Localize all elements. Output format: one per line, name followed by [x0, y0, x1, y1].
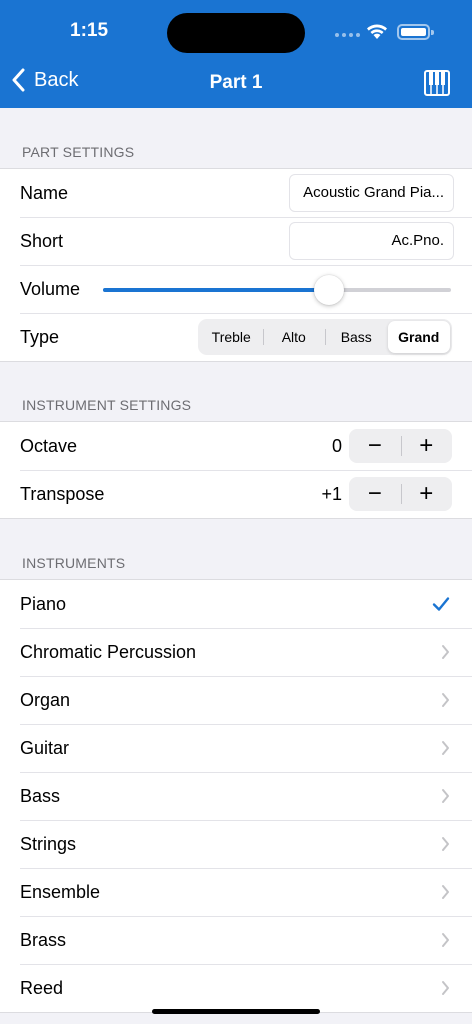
instrument-settings-header: INSTRUMENT SETTINGS [22, 397, 192, 413]
chevron-right-icon [442, 885, 449, 899]
type-option-treble[interactable]: Treble [200, 321, 263, 353]
wifi-icon [367, 24, 387, 39]
instrument-organ[interactable]: Organ [0, 676, 472, 724]
instrument-list: Piano Chromatic Percussion Organ Guitar … [0, 579, 472, 1013]
chevron-right-icon [442, 981, 449, 995]
list-item-label: Brass [20, 929, 67, 950]
instrument-strings[interactable]: Strings [0, 820, 472, 868]
transpose-label: Transpose [20, 483, 105, 504]
transpose-value: +1 [321, 484, 342, 504]
part-settings-header: PART SETTINGS [22, 144, 135, 160]
short-label: Short [20, 230, 64, 251]
instrument-ensemble[interactable]: Ensemble [0, 868, 472, 916]
octave-label: Octave [20, 435, 78, 456]
volume-slider[interactable] [103, 275, 451, 305]
chevron-right-icon [442, 693, 449, 707]
instrument-settings-group: Octave 0 − + Transpose +1 − + [0, 421, 472, 519]
list-item-label: Strings [20, 833, 77, 854]
volume-slider-fill [103, 288, 330, 292]
chevron-right-icon [442, 837, 449, 851]
type-segmented-control: Treble Alto Bass Grand [198, 319, 452, 355]
chevron-right-icon [442, 645, 449, 659]
name-row: Name Acoustic Grand Pia... [0, 169, 472, 217]
list-item-label: Chromatic Percussion [20, 641, 197, 662]
short-row: Short Ac.Pno. [0, 217, 472, 265]
instrument-bass[interactable]: Bass [0, 772, 472, 820]
octave-decrement-button[interactable]: − [349, 429, 401, 463]
home-indicator [152, 1009, 320, 1014]
navigation-header: 1:15 Back Part 1 [0, 0, 472, 108]
instrument-brass[interactable]: Brass [0, 916, 472, 964]
instrument-reed[interactable]: Reed [0, 964, 472, 1012]
type-option-alto[interactable]: Alto [262, 321, 326, 353]
page-title: Part 1 [209, 72, 263, 93]
name-field[interactable]: Acoustic Grand Pia... [289, 174, 454, 212]
short-name-field[interactable]: Ac.Pno. [289, 222, 454, 260]
instrument-chromatic-percussion[interactable]: Chromatic Percussion [0, 628, 472, 676]
cellular-signal-icon [335, 33, 360, 37]
transpose-decrement-button[interactable]: − [349, 477, 401, 511]
octave-row: Octave 0 − + [0, 422, 472, 470]
chevron-right-icon [442, 933, 449, 947]
volume-label: Volume [20, 278, 81, 299]
checkmark-icon [432, 597, 450, 611]
octave-value: 0 [331, 436, 342, 456]
instruments-header: INSTRUMENTS [22, 555, 126, 571]
battery-icon [397, 24, 434, 40]
chevron-right-icon [442, 789, 449, 803]
part-settings-group: Name Acoustic Grand Pia... Short Ac.Pno.… [0, 168, 472, 362]
octave-stepper: − + [349, 429, 452, 463]
chevron-right-icon [442, 741, 449, 755]
volume-slider-thumb[interactable] [314, 275, 345, 305]
list-item-label: Bass [20, 785, 61, 806]
name-label: Name [20, 182, 69, 203]
type-option-grand[interactable]: Grand [387, 321, 450, 353]
list-item-label: Piano [20, 593, 67, 614]
transpose-row: Transpose +1 − + [0, 470, 472, 518]
type-option-bass[interactable]: Bass [325, 321, 388, 353]
type-label: Type [20, 326, 60, 347]
octave-increment-button[interactable]: + [400, 429, 453, 463]
instrument-guitar[interactable]: Guitar [0, 724, 472, 772]
transpose-stepper: − + [349, 477, 452, 511]
piano-keyboard-icon[interactable] [424, 70, 450, 96]
transpose-increment-button[interactable]: + [400, 477, 453, 511]
volume-row: Volume [0, 265, 472, 313]
dynamic-island [167, 13, 305, 53]
type-row: Type Treble Alto Bass Grand [0, 313, 472, 361]
list-item-label: Reed [20, 977, 64, 998]
status-time: 1:15 [70, 20, 109, 41]
list-item-label: Organ [20, 689, 71, 710]
instrument-piano[interactable]: Piano [0, 580, 472, 628]
list-item-label: Guitar [20, 737, 70, 758]
list-item-label: Ensemble [20, 881, 101, 902]
